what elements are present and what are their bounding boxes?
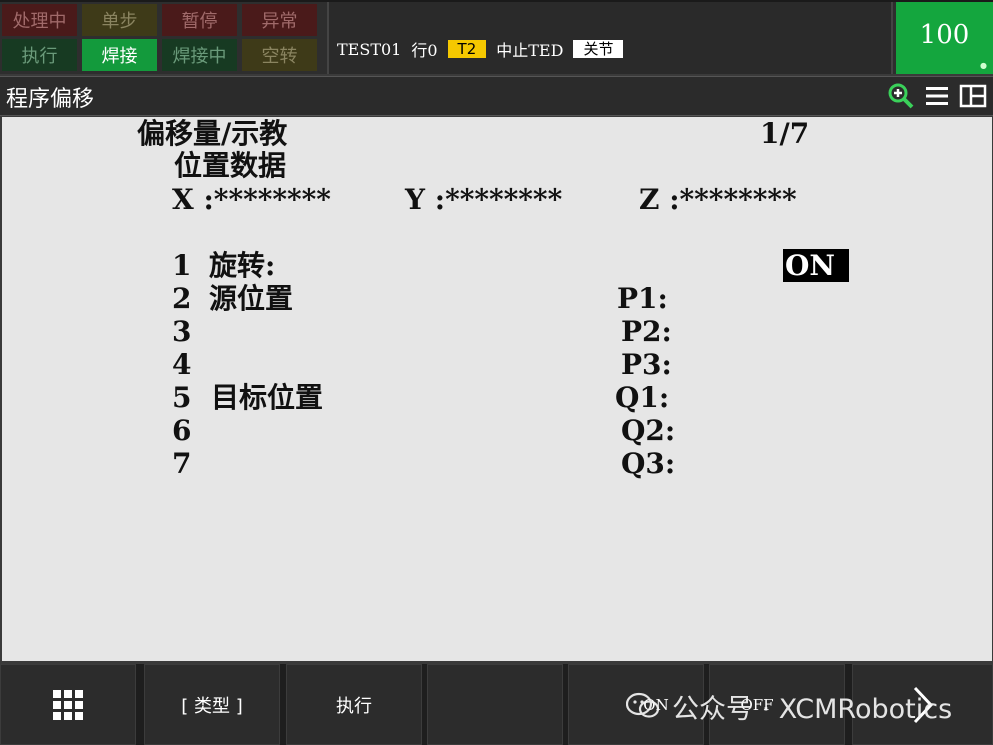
title-bar: 程序偏移 — [0, 76, 993, 116]
override-value: 100 — [919, 20, 970, 50]
type-button[interactable]: [ 类型 ] — [144, 664, 280, 745]
speed-override[interactable]: 100 ● — [896, 2, 993, 74]
row-5-label: 目标位置 — [211, 381, 324, 414]
offset-z-value: Z :******** — [639, 183, 797, 216]
row-6-position[interactable]: Q2: — [621, 415, 675, 447]
row-1-label[interactable]: 旋转: — [209, 250, 275, 282]
row-4-number: 4 — [172, 348, 192, 381]
indicator-weld-enable: 焊接 — [82, 39, 157, 71]
split-window-icon[interactable] — [959, 82, 987, 110]
page-indicator: 1/7 — [760, 117, 810, 150]
execute-button[interactable]: 执行 — [286, 664, 422, 745]
override-mini-icon: ● — [980, 61, 987, 70]
section-heading: 偏移量/示教 — [137, 117, 288, 150]
wechat-icon — [626, 692, 660, 718]
rotate-value[interactable]: ON — [783, 249, 849, 282]
indicator-step: 单步 — [82, 4, 157, 36]
zoom-in-icon[interactable] — [887, 82, 915, 110]
row-3-number: 3 — [172, 315, 192, 348]
indicator-hold: 暂停 — [162, 4, 237, 36]
indicator-dry-run: 空转 — [242, 39, 317, 71]
row-2-number: 2 — [172, 282, 192, 315]
position-data-heading: 位置数据 — [174, 149, 287, 182]
mode-badge: T2 — [447, 40, 487, 58]
app-menu-button[interactable] — [0, 664, 136, 745]
program-name: TEST01 — [337, 39, 402, 59]
row-2-label: 源位置 — [209, 282, 294, 315]
row-1-number: 1 — [172, 249, 192, 282]
watermark: 公众号 · XCMRobotics — [626, 686, 952, 726]
row-5-position[interactable]: Q1: — [615, 382, 669, 414]
menu-list-icon[interactable] — [923, 82, 951, 110]
program-status-panel[interactable]: TEST01 行0 T2 中止TED 关节 — [327, 2, 893, 74]
coord-badge: 关节 — [573, 40, 624, 58]
watermark-text: 公众号 · XCMRobotics — [672, 693, 953, 725]
row-3-position[interactable]: P2: — [621, 316, 672, 348]
row-7-position[interactable]: Q3: — [621, 448, 675, 480]
indicator-welding: 焊接中 — [162, 39, 237, 71]
indicator-run: 执行 — [2, 39, 77, 71]
row-7-number: 7 — [172, 447, 192, 480]
row-5-number: 5 — [172, 381, 192, 414]
fkey-empty[interactable] — [427, 664, 563, 745]
grid-icon — [53, 689, 83, 720]
offset-x-value: X :******** — [172, 183, 331, 216]
offset-content-area: 偏移量/示教 1/7 位置数据 X :******** Y :******** … — [2, 117, 992, 661]
row-4-position[interactable]: P3: — [621, 349, 672, 381]
offset-y-value: Y :******** — [405, 183, 563, 216]
program-line: 行0 — [411, 41, 438, 60]
program-state: 中止TED — [496, 41, 564, 60]
status-bar: 处理中 单步 暂停 异常 执行 焊接 焊接中 空转 TEST01 行0 T2 中… — [0, 0, 993, 74]
row-6-number: 6 — [172, 414, 192, 447]
indicator-busy: 处理中 — [2, 4, 77, 36]
row-2-position[interactable]: P1: — [617, 283, 668, 315]
indicator-fault: 异常 — [242, 4, 317, 36]
teach-pendant-screen: 处理中 单步 暂停 异常 执行 焊接 焊接中 空转 TEST01 行0 T2 中… — [0, 0, 993, 745]
page-title: 程序偏移 — [6, 87, 95, 112]
